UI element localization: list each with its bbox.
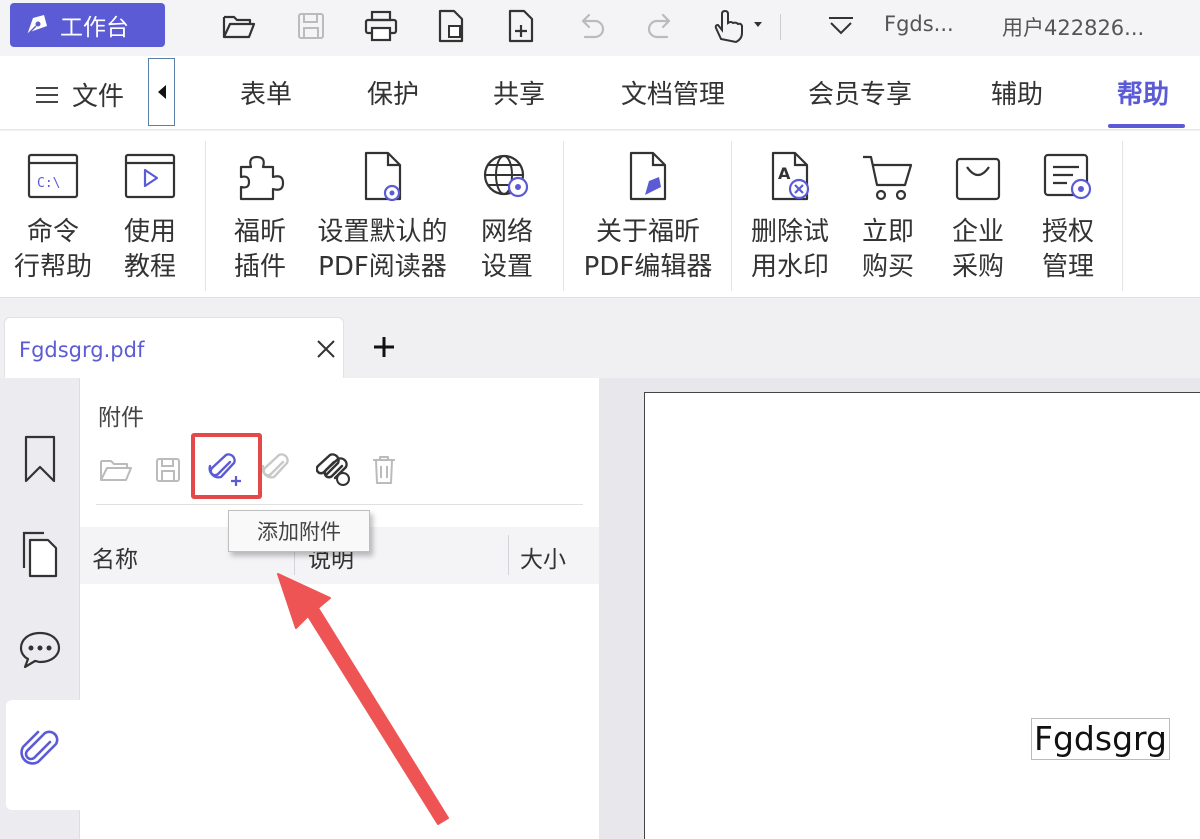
print-icon[interactable] (362, 8, 400, 44)
default-reader-label: 设置默认的 PDF阅读器 (317, 217, 448, 282)
group-separator (731, 141, 732, 291)
document-tab-title: Fgdsgrg.pdf (19, 338, 145, 362)
ribbon-commands: C:\ 命令 行帮助 使用 教程 福昕 插件 设置默认的 PDF阅读器 网络 设… (0, 131, 1200, 298)
new-doc-icon[interactable] (432, 8, 470, 44)
hamburger-icon (36, 86, 58, 103)
file-menu-label: 文件 (72, 82, 125, 112)
pen-nib-icon (26, 15, 47, 36)
tab-assist[interactable]: 辅助 (991, 74, 1043, 111)
remove-watermark-icon: A (771, 151, 810, 201)
tutorial-icon (124, 153, 176, 199)
buy-now-label: 立即 购买 (861, 217, 914, 282)
license-icon (1043, 153, 1092, 200)
save-attachment-icon[interactable] (148, 450, 188, 490)
active-tab-indicator (1108, 124, 1185, 128)
bag-icon (955, 157, 1001, 201)
highlight-box (191, 433, 262, 499)
collapse-ribbon-button[interactable] (148, 58, 175, 126)
triangle-left-icon (157, 85, 166, 99)
network-settings-label: 网络 设置 (480, 217, 533, 282)
bookmark-icon[interactable] (18, 433, 62, 485)
side-nav (0, 378, 80, 839)
undo-icon[interactable] (572, 8, 610, 44)
plugin-button[interactable]: 福昕 插件 (220, 149, 300, 285)
column-size[interactable]: 大小 (520, 540, 566, 574)
comments-icon[interactable] (18, 623, 62, 675)
new-tab-icon[interactable] (370, 333, 398, 361)
column-separator[interactable] (508, 535, 509, 575)
hand-tool-icon[interactable] (710, 8, 766, 44)
attachment-nav-icon[interactable] (18, 723, 62, 775)
redo-icon[interactable] (642, 8, 680, 44)
command-line-icon: C:\ (27, 153, 79, 199)
about-button[interactable]: 关于福昕 PDF编辑器 (578, 149, 718, 285)
attachments-title: 附件 (98, 405, 144, 431)
plugin-label: 福昕 插件 (233, 217, 286, 282)
document-tabs: Fgdsgrg.pdf (0, 298, 1200, 378)
cart-icon (863, 155, 913, 201)
license-management-label: 授权 管理 (1041, 217, 1094, 282)
tutorial-label: 使用 教程 (123, 217, 176, 282)
document-viewer: Fgdsgrg (599, 378, 1200, 839)
workbench-button[interactable]: 工作台 (10, 3, 165, 47)
open-attachment-icon[interactable] (96, 450, 136, 490)
svg-text:C:\: C:\ (37, 176, 60, 191)
dropdown-icon[interactable] (822, 8, 860, 44)
svg-text:A: A (778, 164, 791, 183)
filename-short: Fgds... (884, 12, 954, 36)
open-folder-icon[interactable] (220, 8, 258, 44)
separator (780, 14, 781, 40)
new-file-icon[interactable] (502, 8, 540, 44)
tab-document-management[interactable]: 文档管理 (621, 74, 725, 111)
tab-member[interactable]: 会员专享 (808, 74, 912, 111)
command-line-help-label: 命令 行帮助 (13, 217, 92, 282)
quick-access-bar: 工作台 Fgds... 用户422826... (0, 0, 1200, 56)
workbench-label: 工作台 (60, 15, 129, 41)
plugin-icon (239, 155, 285, 201)
close-tab-icon[interactable] (313, 336, 339, 362)
annotation-arrow (277, 573, 449, 825)
about-label: 关于福昕 PDF编辑器 (583, 217, 713, 282)
remove-watermark-button[interactable]: A 删除试 用水印 (744, 149, 836, 285)
tab-form[interactable]: 表单 (240, 74, 292, 111)
add-attachment-tooltip: 添加附件 (228, 510, 370, 552)
enterprise-purchase-button[interactable]: 企业 采购 (938, 149, 1018, 285)
multi-attachment-icon[interactable] (314, 450, 354, 490)
tab-protect[interactable]: 保护 (367, 74, 419, 111)
network-settings-button[interactable]: 网络 设置 (466, 149, 548, 285)
command-line-help-button[interactable]: C:\ 命令 行帮助 (10, 149, 96, 285)
pdf-page[interactable]: Fgdsgrg (644, 392, 1200, 839)
default-reader-button[interactable]: 设置默认的 PDF阅读器 (310, 149, 455, 285)
document-tab[interactable]: Fgdsgrg.pdf (4, 317, 344, 378)
edit-attachment-icon[interactable] (258, 450, 298, 490)
enterprise-purchase-label: 企业 采购 (951, 217, 1004, 282)
about-icon (629, 151, 667, 201)
buy-now-button[interactable]: 立即 购买 (848, 149, 928, 285)
remove-watermark-label: 删除试 用水印 (750, 217, 829, 282)
toolbar-divider (96, 504, 583, 505)
column-name[interactable]: 名称 (92, 540, 138, 574)
tab-share[interactable]: 共享 (493, 74, 545, 111)
user-name[interactable]: 用户422826... (1002, 12, 1144, 42)
pages-icon[interactable] (18, 528, 62, 580)
group-separator (1122, 141, 1123, 291)
file-menu[interactable]: 文件 (34, 76, 124, 113)
tutorial-button[interactable]: 使用 教程 (110, 149, 190, 285)
ribbon-tabs: 文件 表单 保护 共享 文档管理 会员专享 辅助 帮助 (0, 56, 1200, 130)
default-reader-icon (364, 151, 401, 202)
group-separator (205, 141, 206, 291)
save-icon[interactable] (292, 8, 330, 44)
license-management-button[interactable]: 授权 管理 (1028, 149, 1108, 285)
page-text[interactable]: Fgdsgrg (1031, 718, 1170, 760)
network-settings-icon (483, 154, 529, 198)
delete-attachment-icon[interactable] (364, 450, 404, 490)
group-separator (563, 141, 564, 291)
tab-help[interactable]: 帮助 (1117, 74, 1169, 111)
